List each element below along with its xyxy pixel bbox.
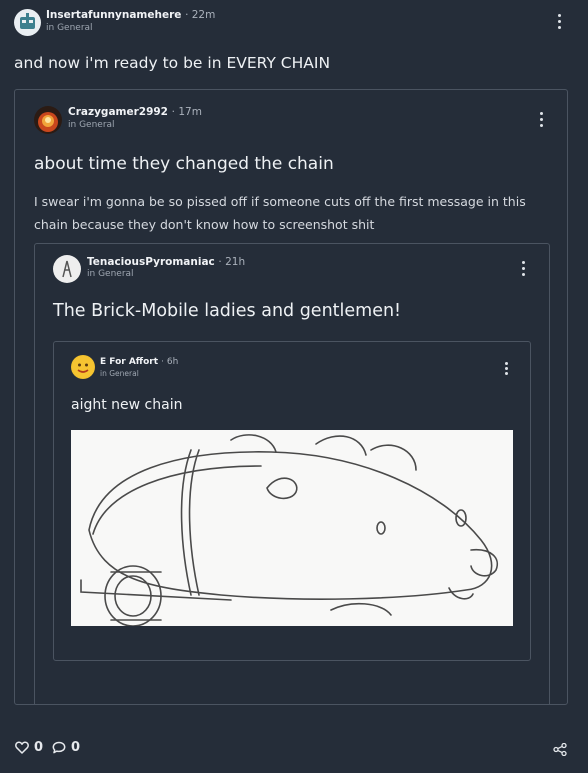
comment-icon — [52, 741, 66, 754]
comment-button[interactable]: 0 — [52, 740, 80, 755]
post-image[interactable] — [71, 430, 513, 626]
quote2-username[interactable]: TenaciousPyromaniac — [87, 256, 215, 268]
quote3-username[interactable]: E For Affort — [100, 357, 158, 367]
brick-mobile-sketch — [80, 434, 498, 626]
post-author[interactable]: Insertafunnynamehere · 22m — [46, 9, 215, 21]
robot-avatar-icon — [20, 13, 35, 29]
more-vertical-icon[interactable] — [505, 362, 509, 375]
quote1-username[interactable]: Crazygamer2992 — [68, 106, 168, 118]
quote1-author[interactable]: Crazygamer2992 · 17m — [68, 106, 202, 118]
avatar[interactable] — [34, 106, 62, 134]
more-vertical-icon[interactable] — [540, 112, 544, 127]
quote3-author[interactable]: E For Affort · 6h — [100, 357, 178, 367]
quote1-time: 17m — [178, 106, 202, 118]
more-vertical-icon[interactable] — [522, 261, 526, 276]
explosion-avatar-icon — [38, 112, 58, 132]
more-vertical-icon[interactable] — [558, 14, 562, 29]
quote3-time: 6h — [166, 357, 179, 367]
avatar[interactable] — [53, 255, 81, 283]
like-button[interactable]: 0 — [15, 740, 43, 755]
quote1-body: I swear i'm gonna be so pissed off if so… — [34, 194, 526, 232]
quoted-post[interactable]: Crazygamer2992 · 17m in General about ti… — [14, 89, 568, 705]
post-username[interactable]: Insertafunnynamehere — [46, 9, 181, 21]
quote2-time: 21h — [225, 256, 246, 268]
comment-count: 0 — [71, 740, 81, 755]
post-channel[interactable]: in General — [46, 23, 93, 33]
quote3-channel[interactable]: in General — [100, 369, 139, 378]
quote2-author[interactable]: TenaciousPyromaniac · 21h — [87, 256, 245, 268]
post-time: 22m — [191, 9, 216, 21]
quote2-channel[interactable]: in General — [87, 269, 134, 279]
sketch-avatar-icon — [62, 260, 72, 278]
quoted-post[interactable]: E For Affort · 6h in General aight new c… — [53, 341, 531, 661]
emoji-avatar-icon — [72, 356, 94, 378]
like-count: 0 — [34, 740, 44, 755]
avatar[interactable] — [14, 9, 41, 36]
quoted-post[interactable]: TenaciousPyromaniac · 21h in General The… — [34, 243, 550, 704]
heart-icon — [15, 741, 29, 754]
avatar[interactable] — [71, 355, 95, 379]
post-title: and now i'm ready to be in EVERY CHAIN — [14, 54, 331, 72]
quote3-title: aight new chain — [71, 397, 183, 413]
quote1-channel[interactable]: in General — [68, 120, 115, 130]
quote1-title: about time they changed the chain — [34, 154, 334, 174]
share-icon[interactable] — [553, 741, 567, 760]
quote2-title: The Brick-Mobile ladies and gentlemen! — [53, 301, 402, 321]
